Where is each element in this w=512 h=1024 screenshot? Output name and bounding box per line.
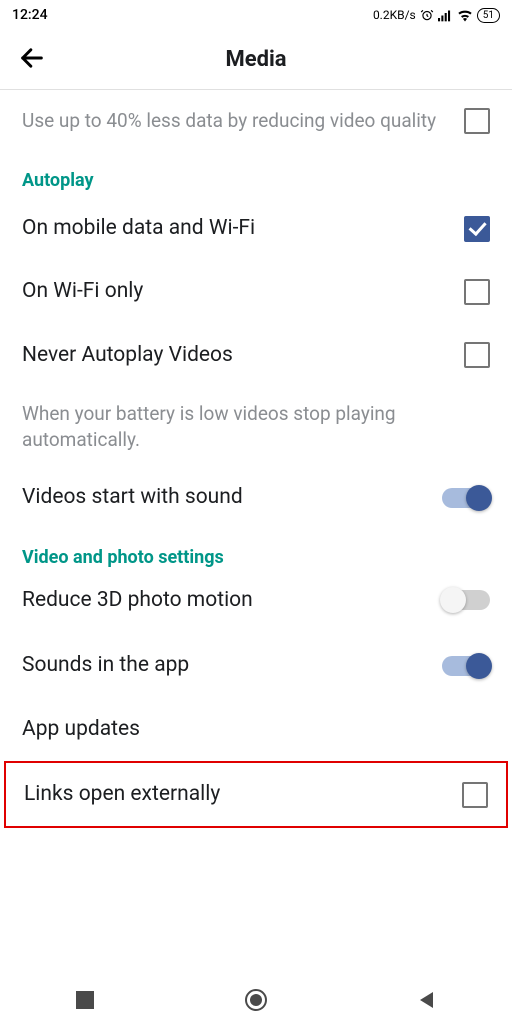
autoplay-wifi-only-checkbox[interactable] xyxy=(464,279,490,305)
triangle-back-icon xyxy=(417,990,437,1010)
square-icon xyxy=(76,991,94,1009)
autoplay-note: When your battery is low videos stop pla… xyxy=(0,387,512,466)
links-external-checkbox[interactable] xyxy=(462,782,488,808)
nav-back-button[interactable] xyxy=(387,990,467,1010)
nav-home-button[interactable] xyxy=(216,988,296,1012)
data-quality-row[interactable]: Use up to 40% less data by reducing vide… xyxy=(0,90,512,152)
autoplay-never-label: Never Autoplay Videos xyxy=(22,342,464,369)
links-external-row[interactable]: Links open externally xyxy=(6,763,506,826)
data-quality-checkbox[interactable] xyxy=(464,108,490,134)
videos-sound-toggle[interactable] xyxy=(442,488,490,508)
sounds-app-toggle[interactable] xyxy=(442,656,490,676)
circle-icon xyxy=(244,988,268,1012)
data-quality-label: Use up to 40% less data by reducing vide… xyxy=(22,109,464,134)
page-title: Media xyxy=(225,47,286,72)
network-speed: 0.2KB/s xyxy=(373,8,416,22)
links-external-highlight: Links open externally xyxy=(4,761,508,828)
status-time: 12:24 xyxy=(12,7,48,23)
autoplay-wifi-only-label: On Wi-Fi only xyxy=(22,278,464,305)
nav-recent-button[interactable] xyxy=(45,991,125,1009)
videos-sound-row[interactable]: Videos start with sound xyxy=(0,466,512,529)
back-button[interactable] xyxy=(0,34,64,86)
video-photo-section-header: Video and photo settings xyxy=(0,529,512,574)
header: Media xyxy=(0,30,512,90)
app-updates-row[interactable]: App updates xyxy=(0,698,512,761)
status-indicators: 0.2KB/s 51 xyxy=(373,8,500,23)
alarm-icon xyxy=(420,8,434,22)
autoplay-never-row[interactable]: Never Autoplay Videos xyxy=(0,324,512,387)
autoplay-mobile-wifi-label: On mobile data and Wi-Fi xyxy=(22,215,464,242)
content: Use up to 40% less data by reducing vide… xyxy=(0,90,512,828)
links-external-label: Links open externally xyxy=(24,781,462,808)
status-bar: 12:24 0.2KB/s 51 xyxy=(0,0,512,30)
sounds-app-row[interactable]: Sounds in the app xyxy=(0,634,512,697)
app-updates-label: App updates xyxy=(22,716,490,743)
wifi-icon xyxy=(457,9,473,22)
videos-sound-label: Videos start with sound xyxy=(22,484,442,511)
autoplay-mobile-wifi-row[interactable]: On mobile data and Wi-Fi xyxy=(0,197,512,260)
nav-bar xyxy=(0,976,512,1024)
autoplay-never-checkbox[interactable] xyxy=(464,342,490,368)
autoplay-section-header: Autoplay xyxy=(0,152,512,197)
signal-icon xyxy=(438,9,453,22)
sounds-app-label: Sounds in the app xyxy=(22,652,442,679)
battery-indicator: 51 xyxy=(477,8,500,23)
autoplay-mobile-wifi-checkbox[interactable] xyxy=(464,216,490,242)
reduce-3d-row[interactable]: Reduce 3D photo motion xyxy=(0,574,512,634)
reduce-3d-toggle[interactable] xyxy=(442,590,490,610)
back-arrow-icon xyxy=(18,44,46,72)
autoplay-wifi-only-row[interactable]: On Wi-Fi only xyxy=(0,260,512,323)
reduce-3d-label: Reduce 3D photo motion xyxy=(22,587,442,614)
